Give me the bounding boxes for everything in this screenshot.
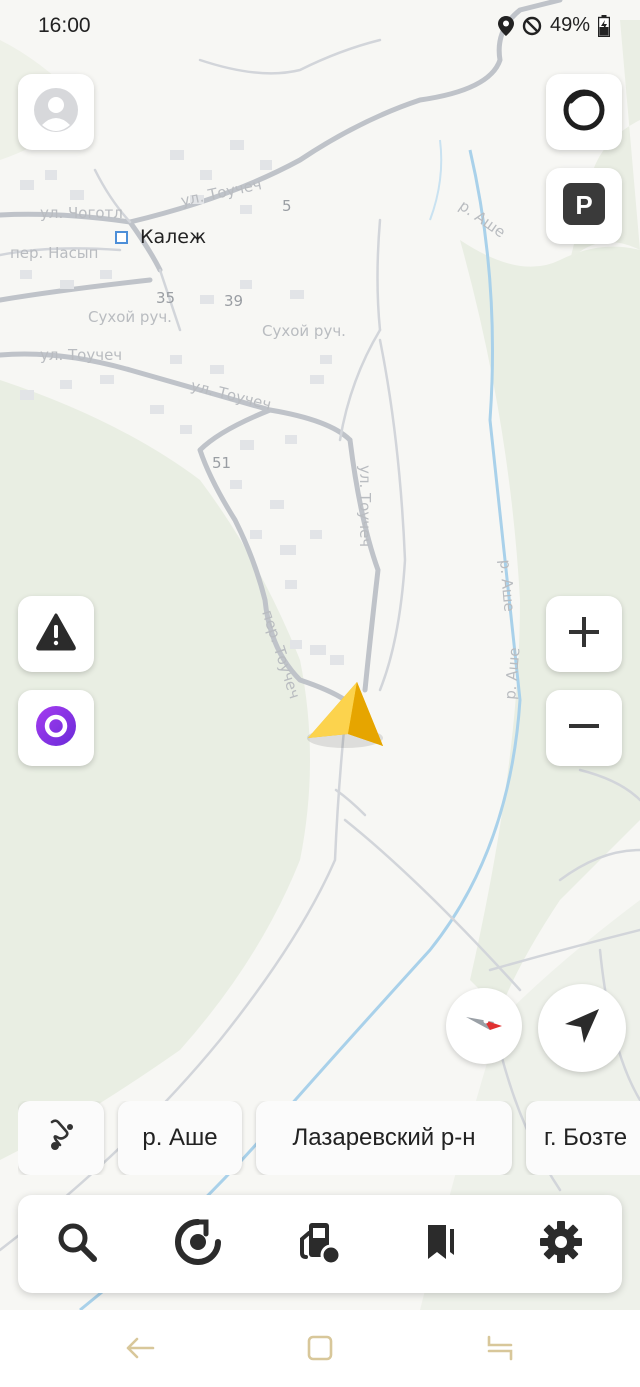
back-button[interactable]	[120, 1332, 160, 1368]
status-bar: 16:00 49%	[0, 0, 640, 52]
plus-icon	[567, 615, 601, 654]
compass-icon	[464, 1012, 504, 1041]
system-nav-bar	[0, 1310, 640, 1387]
profile-button[interactable]	[18, 74, 94, 150]
zoom-in-button[interactable]	[546, 596, 622, 672]
gear-icon	[539, 1220, 583, 1269]
svg-text:Сухой руч.: Сухой руч.	[262, 322, 346, 340]
svg-text:Сухой руч.: Сухой руч.	[88, 308, 172, 326]
svg-text:P: P	[575, 190, 592, 220]
chip-district[interactable]: Лазаревский р-н	[256, 1101, 512, 1175]
parking-button[interactable]: P	[546, 168, 622, 244]
dnd-icon	[522, 16, 542, 36]
street-label-vertical: ул. Тоучеч	[356, 465, 374, 547]
bottom-toolbar	[18, 1195, 622, 1293]
svg-text:51: 51	[212, 454, 231, 472]
svg-text:5: 5	[282, 197, 292, 215]
music-button[interactable]	[173, 1218, 223, 1270]
svg-text:35: 35	[156, 289, 175, 307]
battery-icon	[598, 14, 610, 37]
compass-button[interactable]	[446, 988, 522, 1064]
svg-text:ул. Тоучеч: ул. Тоучеч	[40, 346, 122, 364]
report-button[interactable]	[18, 596, 94, 672]
alice-ring-button[interactable]	[546, 74, 622, 150]
search-button[interactable]	[52, 1219, 102, 1269]
fuel-icon	[295, 1219, 343, 1270]
chip-mountain[interactable]: г. Бозте	[526, 1101, 640, 1175]
battery-percent: 49%	[549, 14, 590, 36]
svg-text:пер. Насып: пер. Насып	[10, 244, 98, 262]
minus-icon	[567, 709, 601, 748]
svg-text:39: 39	[224, 292, 243, 310]
suggestion-chips: р. Аше Лазаревский р-н г. Бозте	[18, 1101, 640, 1175]
avatar-icon	[33, 87, 79, 138]
bookmark-icon	[420, 1221, 460, 1268]
back-arrow-icon	[125, 1337, 155, 1364]
alice-button[interactable]	[18, 690, 94, 766]
route-chip[interactable]	[18, 1101, 104, 1175]
recents-icon	[485, 1335, 515, 1366]
svg-text:ул. Чоготл: ул. Чоготл	[40, 204, 123, 222]
bookmarks-button[interactable]	[415, 1219, 465, 1269]
locate-me-button[interactable]	[538, 984, 626, 1072]
recents-button[interactable]	[480, 1332, 520, 1368]
alice-icon	[35, 705, 77, 752]
settings-button[interactable]	[536, 1219, 586, 1269]
navigation-arrow-icon	[563, 1007, 601, 1050]
gas-station-button[interactable]	[294, 1219, 344, 1269]
alice-ring-icon	[561, 87, 607, 138]
home-square-icon	[306, 1334, 334, 1367]
search-icon	[56, 1221, 98, 1268]
town-label: Калеж	[140, 226, 206, 248]
music-disc-icon	[175, 1218, 221, 1270]
status-icons: 49%	[497, 14, 610, 37]
parking-icon: P	[562, 182, 606, 231]
status-time: 16:00	[38, 14, 91, 37]
zoom-out-button[interactable]	[546, 690, 622, 766]
route-icon	[46, 1118, 76, 1158]
warning-icon	[36, 613, 76, 656]
home-button[interactable]	[300, 1332, 340, 1368]
location-icon	[497, 15, 514, 36]
chip-river[interactable]: р. Аше	[118, 1101, 242, 1175]
